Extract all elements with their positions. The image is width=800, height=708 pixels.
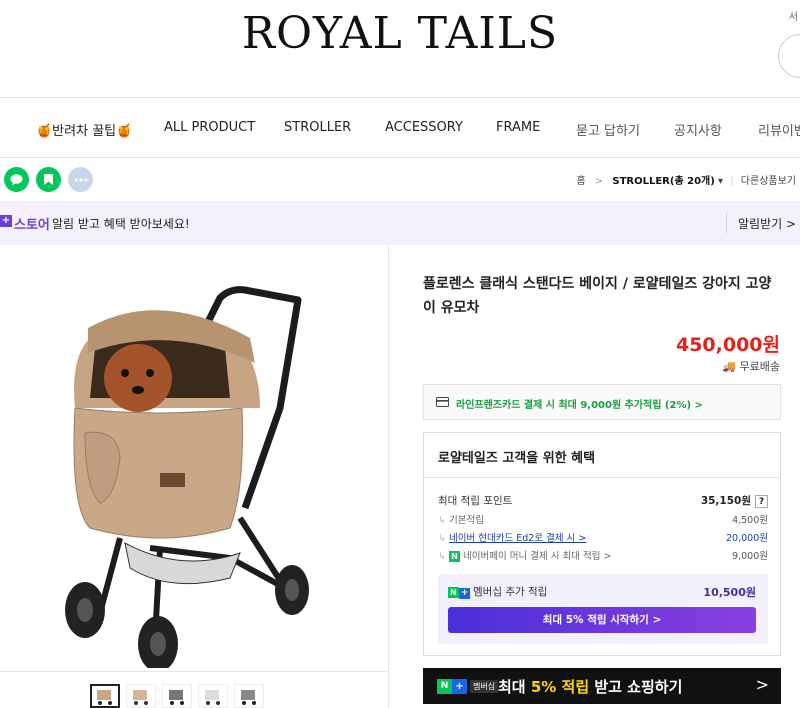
site-logo[interactable]: ROYAL TAILS: [0, 8, 800, 60]
product-title: 플로렌스 클래식 스탠다드 베이지 / 로얄테일즈 강아지 고양이 유모차: [423, 276, 772, 316]
bookmark-icon[interactable]: [36, 167, 61, 192]
thumbnail-3[interactable]: [162, 684, 192, 708]
membership-label: 멤버십 추가 적립: [473, 586, 548, 598]
truck-icon: 🚚: [722, 360, 737, 373]
nav-item-review-event[interactable]: 리뷰이벤: [758, 120, 800, 139]
banner-text-c: 받고 쇼핑하기: [589, 678, 683, 696]
help-icon[interactable]: ?: [755, 495, 768, 508]
nav-item-all-product[interactable]: ALL PRODUCT: [164, 120, 255, 135]
thumbnail-1[interactable]: [90, 684, 120, 708]
membership-banner[interactable]: N + 멤버십 최대 5% 적립 받고 쇼핑하기 >: [423, 668, 781, 704]
chevron-down-icon[interactable]: ▾: [718, 176, 723, 187]
benefit-divider: [424, 477, 780, 478]
banner-text-a: 최대: [498, 678, 531, 696]
hyundai-card-row: ↳ 네이버 현대카드 Ed2로 결제 시 > 20,000원: [438, 530, 768, 544]
naver-n-icon: N: [437, 678, 452, 694]
card-offer-banner[interactable]: 라인프렌즈카드 결제 시 최대 9,000원 추가적립 (2%) >: [423, 384, 781, 420]
notice-divider: [726, 213, 727, 233]
max-points-row: 최대 적립 포인트 35,150원?: [438, 493, 768, 508]
nav-item-frame[interactable]: FRAME: [496, 120, 540, 135]
membership-label-wrap: N + 멤버십 추가 적립: [448, 584, 547, 599]
npay-money-value: 9,000원: [732, 551, 768, 562]
benefit-title: 로얄테일즈 고객을 위한 혜택: [438, 451, 596, 466]
banner-text: 최대 5% 적립 받고 쇼핑하기: [498, 676, 682, 697]
plus-icon: +: [459, 588, 470, 599]
breadcrumb-other-products[interactable]: 다른상품보기: [741, 176, 796, 187]
site-header: ROYAL TAILS 서: [0, 0, 800, 98]
max-points-value: 35,150원: [700, 495, 751, 507]
start-membership-button[interactable]: 최대 5% 적립 시작하기 >: [448, 607, 756, 633]
shipping-info: 🚚 무료배송: [722, 358, 780, 374]
max-points-label: 최대 적립 포인트: [438, 495, 513, 507]
notice-text: 알림 받고 혜택 받아보세요!: [52, 217, 190, 231]
nav-item-accessory[interactable]: ACCESSORY: [385, 120, 463, 135]
banner-text-highlight: 5% 적립: [530, 678, 590, 696]
thumbnail-5[interactable]: [234, 684, 264, 708]
npay-money-row: ↳ N 네이버페이 머니 결제 시 최대 적립 > 9,000원: [438, 548, 768, 562]
thumbnail-4[interactable]: [198, 684, 228, 708]
product-price: 450,000원: [675, 334, 780, 356]
nav-item-qna[interactable]: 묻고 답하기: [576, 120, 640, 139]
naver-n-icon: N: [448, 587, 459, 598]
breadcrumb: 홈 > STROLLER(총 20개) ▾ | 다른상품보기: [576, 176, 796, 187]
subscribe-alert-button[interactable]: 알림받기 >: [738, 215, 796, 232]
more-options-icon[interactable]: [68, 167, 93, 192]
membership-badge-label: 멤버십: [470, 679, 499, 693]
store-label: 스토어: [14, 218, 50, 233]
plus-icon: +: [452, 678, 467, 694]
main-nav: 🍯반려차 꿀팁🍯 ALL PRODUCT STROLLER ACCESSORY …: [0, 98, 800, 158]
stroller-product-image[interactable]: [30, 258, 350, 668]
npay-money-label[interactable]: 네이버페이 머니 결제 시 최대 적립 >: [463, 551, 611, 562]
shipping-label: 무료배송: [739, 360, 780, 373]
talk-talk-icon[interactable]: [4, 167, 29, 192]
naverpay-icon: N: [449, 551, 460, 562]
basic-points-label: 기본적립: [449, 515, 484, 526]
membership-value: 10,500원: [703, 586, 756, 599]
breadcrumb-sep: >: [594, 176, 604, 187]
hyundai-card-value: 20,000원: [726, 533, 768, 544]
store-notice-bar: + 스토어 알림 받고 혜택 받아보세요! 알림받기 >: [0, 201, 800, 245]
plus-icon: +: [0, 215, 12, 227]
breadcrumb-home[interactable]: 홈: [576, 176, 585, 187]
basic-points-row: ↳ 기본적립 4,500원: [438, 512, 768, 526]
product-gallery: [0, 246, 389, 708]
nav-item-tips[interactable]: 🍯반려차 꿀팁🍯: [36, 120, 132, 139]
thumbnail-strip: [0, 671, 389, 708]
chevron-right-icon[interactable]: >: [756, 675, 769, 694]
credit-card-icon: [436, 397, 449, 407]
header-top-right-link[interactable]: 서: [789, 8, 798, 23]
membership-badge: N + 멤버십: [437, 678, 499, 694]
nav-item-notice[interactable]: 공지사항: [674, 120, 722, 139]
thumbnail-2[interactable]: [126, 684, 156, 708]
breadcrumb-category[interactable]: STROLLER(총 20개): [612, 176, 714, 187]
benefit-box: 로얄테일즈 고객을 위한 혜택 최대 적립 포인트 35,150원? ↳ 기본적…: [423, 432, 781, 656]
basic-points-value: 4,500원: [732, 515, 768, 526]
membership-panel: N + 멤버십 추가 적립 10,500원 최대 5% 적립 시작하기 >: [438, 574, 768, 644]
nav-item-stroller[interactable]: STROLLER: [284, 120, 351, 135]
hyundai-card-link[interactable]: 네이버 현대카드 Ed2로 결제 시 >: [449, 533, 586, 544]
card-offer-text[interactable]: 라인프렌즈카드 결제 시 최대 9,000원 추가적립 (2%) >: [456, 396, 703, 411]
